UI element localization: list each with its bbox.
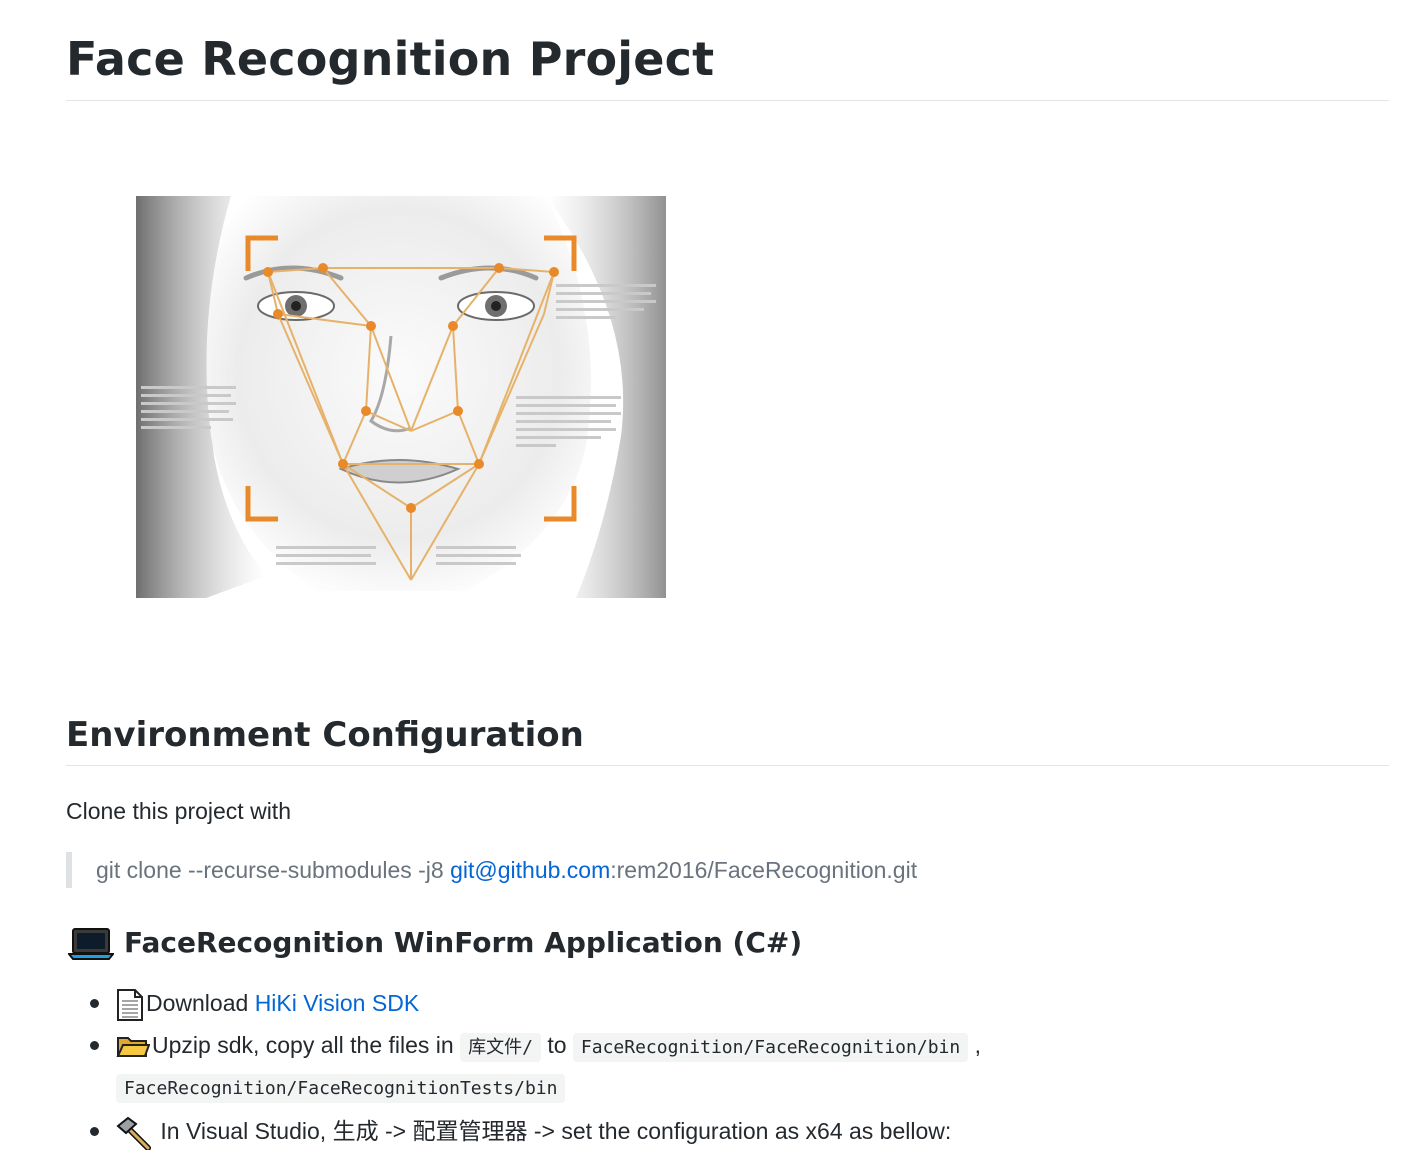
section-heading-environment: Environment Configuration: [66, 715, 584, 755]
step-text-a: Upzip sdk, copy all the files in: [152, 1032, 461, 1058]
laptop-icon: [68, 928, 114, 960]
step-text: In Visual Studio, 生成 -> 配置管理器 -> set the…: [154, 1118, 952, 1144]
subsection-heading-winform: FaceRecognition WinForm Application (C#): [68, 920, 802, 966]
hammer-icon: [116, 1116, 151, 1150]
page-title: Face Recognition Project: [66, 32, 715, 86]
bullet-dot: [90, 1041, 99, 1050]
page-icon: [117, 988, 143, 1021]
face-shape: [206, 196, 591, 591]
git-email-link[interactable]: git@github.com: [450, 857, 610, 883]
list-item-visual-studio: In Visual Studio, 生成 -> 配置管理器 -> set the…: [66, 1112, 1166, 1150]
step-text: Download: [146, 990, 255, 1016]
folder-icon: [116, 1036, 150, 1057]
code-bin-path: FaceRecognition/FaceRecognition/bin: [572, 1033, 969, 1062]
setup-steps-list: Download HiKi Vision SDK Upzip sdk, copy…: [66, 984, 1166, 1150]
step-text-b: to: [540, 1032, 573, 1058]
git-command-prefix: git clone --recurse-submodules -j8: [96, 857, 451, 883]
title-divider: [66, 100, 1389, 101]
bullet-dot: [90, 1127, 99, 1136]
list-item-download: Download HiKi Vision SDK: [66, 984, 1166, 1026]
bullet-dot: [90, 999, 99, 1008]
git-repo-path: :rem2016/FaceRecognition.git: [610, 857, 918, 883]
section-divider: [66, 765, 1389, 766]
code-lib-folder: 库文件/: [460, 1033, 541, 1062]
list-item-unzip: Upzip sdk, copy all the files in 库文件/ to…: [66, 1026, 1166, 1108]
subsection-title: FaceRecognition WinForm Application (C#): [124, 926, 803, 959]
git-clone-blockquote: git clone --recurse-submodules -j8 git@g…: [66, 852, 917, 888]
hikvision-sdk-link[interactable]: HiKi Vision SDK: [255, 990, 419, 1016]
face-landmark-illustration: [136, 196, 666, 598]
step-text-c: ,: [968, 1032, 981, 1058]
clone-instruction: Clone this project with: [66, 798, 291, 824]
code-tests-bin-path: FaceRecognition/FaceRecognitionTests/bin: [116, 1074, 566, 1103]
